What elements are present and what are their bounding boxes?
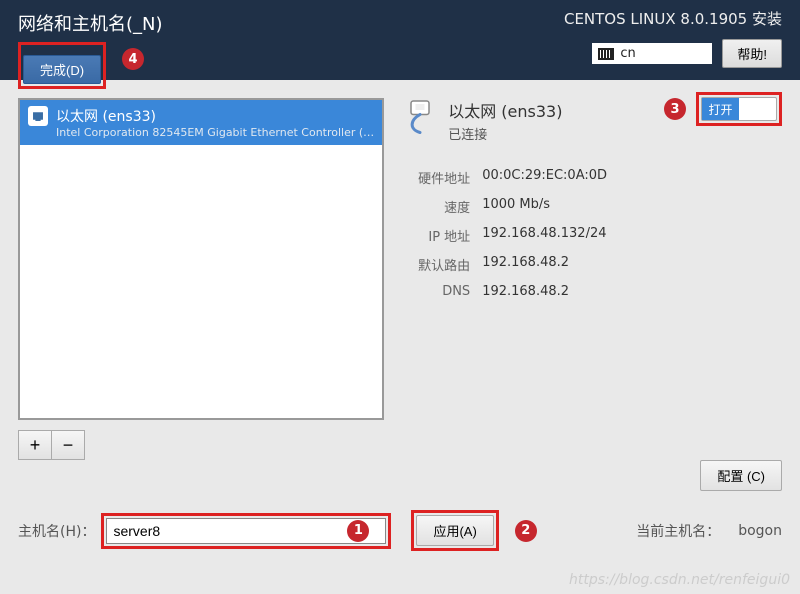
configure-button[interactable]: 配置 (C) [700,460,782,491]
apply-button-highlight: 应用(A) [411,510,498,551]
done-button[interactable]: 完成(D) [23,55,101,84]
ethernet-large-icon [402,98,438,134]
prop-row: DNS192.168.48.2 [402,279,782,304]
interface-subtitle: Intel Corporation 82545EM Gigabit Ethern… [56,126,374,139]
current-hostname-label: 当前主机名： [636,521,720,541]
annotation-badge-1: 1 [347,520,369,542]
interface-item-ens33[interactable]: 以太网 (ens33) Intel Corporation 82545EM Gi… [20,100,382,145]
prop-row: 速度1000 Mb/s [402,192,782,221]
annotation-badge-2: 2 [515,520,537,542]
properties-list: 硬件地址00:0C:29:EC:0A:0D 速度1000 Mb/s IP 地址1… [402,163,782,304]
keyboard-layout-label: cn [620,46,635,61]
keyboard-layout-selector[interactable]: cn [592,43,712,64]
hostname-label: 主机名(H)： [18,521,95,541]
remove-interface-button[interactable]: − [51,430,85,460]
apply-hostname-button[interactable]: 应用(A) [416,515,493,546]
add-interface-button[interactable]: + [18,430,52,460]
interface-name: 以太网 (ens33) [56,106,374,126]
toggle-highlight: 打开 [696,92,782,126]
prop-row: IP 地址192.168.48.132/24 [402,221,782,250]
hostname-input[interactable] [106,518,386,544]
toggle-knob [739,98,776,120]
detail-status: 已连接 [448,124,654,143]
done-button-highlight: 完成(D) [18,42,106,89]
current-hostname-value: bogon [738,523,782,539]
annotation-badge-3: 3 [664,98,686,120]
watermark: https://blog.csdn.net/renfeigui0 [569,572,790,588]
prop-row: 默认路由192.168.48.2 [402,250,782,279]
help-button[interactable]: 帮助! [722,39,782,68]
connection-toggle[interactable]: 打开 [701,97,777,121]
prop-row: 硬件地址00:0C:29:EC:0A:0D [402,163,782,192]
annotation-badge-4: 4 [122,48,144,70]
interface-list[interactable]: 以太网 (ens33) Intel Corporation 82545EM Gi… [18,98,384,420]
detail-title: 以太网 (ens33) [448,98,654,122]
keyboard-icon [598,48,614,60]
toggle-on-label: 打开 [702,98,739,120]
ethernet-icon [28,106,48,126]
installer-title: CENTOS LINUX 8.0.1905 安装 [564,8,782,29]
